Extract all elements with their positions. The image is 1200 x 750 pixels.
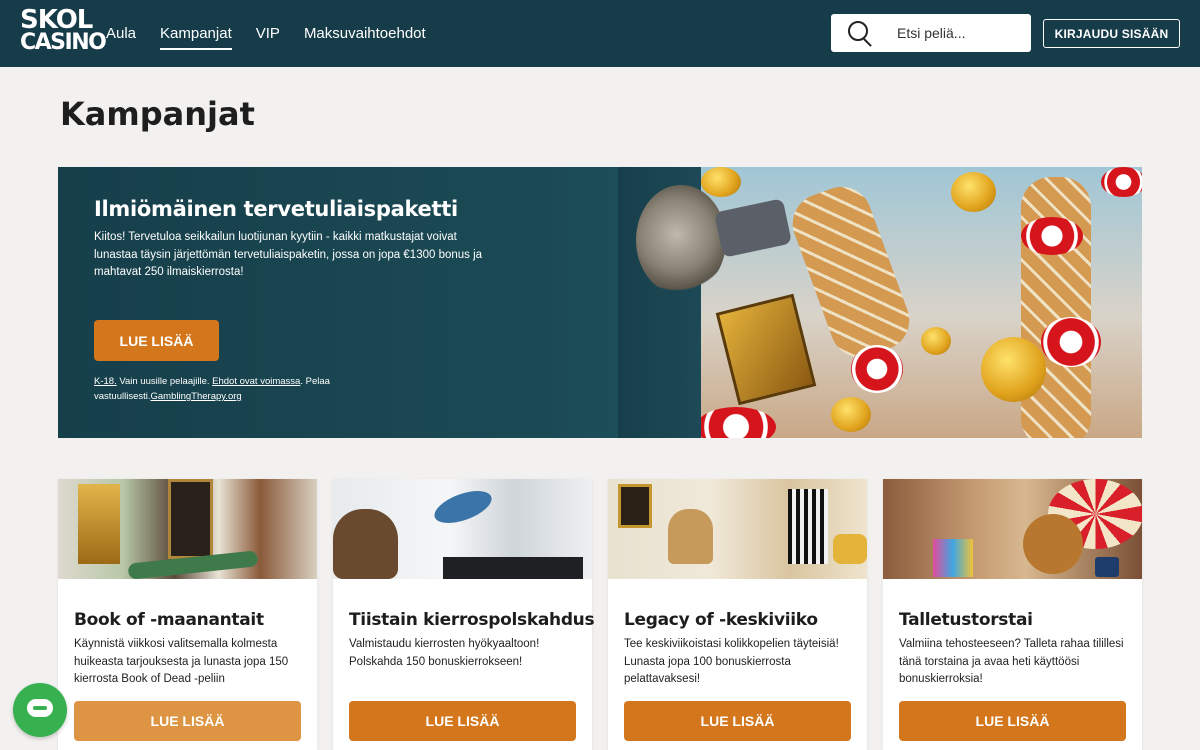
promo-card-read-more-button[interactable]: LUE LISÄÄ — [899, 701, 1126, 741]
skol-casino-logo[interactable]: SKOL CASINO — [20, 7, 107, 57]
gold-coin-icon — [951, 172, 996, 212]
promo-card-image — [608, 479, 867, 579]
keyhole-art — [636, 185, 726, 295]
lion-art — [1023, 514, 1083, 574]
promo-card-read-more-button[interactable]: LUE LISÄÄ — [624, 701, 851, 741]
promo-card-read-more-button[interactable]: LUE LISÄÄ — [349, 701, 576, 741]
age-limit-link[interactable]: K-18. — [94, 376, 117, 387]
page-title: Kampanjat — [60, 95, 255, 133]
kitchen-counter-art — [443, 557, 583, 579]
camel-art — [668, 509, 713, 564]
slot-machine-art — [168, 479, 213, 559]
bear-art — [333, 509, 398, 579]
top-navigation-bar: SKOL CASINO Aula Kampanjat VIP Maksuvaih… — [0, 0, 1200, 67]
promo-card-text: Käynnistä viikkosi valitsemalla kolmesta… — [74, 638, 289, 685]
promo-card-text: Valmiina tehosteeseen? Talleta rahaa til… — [899, 638, 1124, 685]
casino-chip-icon — [1021, 217, 1083, 255]
promo-card-image — [883, 479, 1142, 579]
logo-line-2: CASINO — [20, 29, 107, 55]
giraffe-illustration — [1021, 177, 1091, 438]
promo-card-wednesday[interactable]: Legacy of -keskiviiko Tee keskiviikoista… — [608, 479, 867, 750]
search-input[interactable] — [897, 25, 1017, 41]
terms-link[interactable]: Ehdot ovat voimassa — [212, 376, 300, 387]
gold-coin-icon — [701, 167, 741, 197]
golden-statue-art — [78, 484, 120, 564]
live-chat-button[interactable] — [13, 683, 67, 737]
promo-card-monday[interactable]: Book of -maanantait Käynnistä viikkosi v… — [58, 479, 317, 750]
gold-coin-icon — [921, 327, 951, 355]
login-button[interactable]: KIRJAUDU SISÄÄN — [1043, 19, 1180, 48]
promo-card-read-more-button[interactable]: LUE LISÄÄ — [74, 701, 301, 741]
gold-coin-icon — [981, 337, 1046, 402]
casino-chip-icon — [701, 407, 776, 438]
painting-art — [618, 484, 652, 528]
promo-card-image — [58, 479, 317, 579]
hero-read-more-button[interactable]: LUE LISÄÄ — [94, 320, 219, 361]
promo-card-title: Tiistain kierrospolskahdus — [349, 610, 595, 630]
nav-item-maksuvaihtoehdot[interactable]: Maksuvaihtoehdot — [304, 19, 426, 48]
nav-item-vip[interactable]: VIP — [256, 19, 280, 48]
promo-card-title: Legacy of -keskiviiko — [624, 610, 818, 630]
promo-card-thursday[interactable]: Talletustorstai Valmiina tehosteeseen? T… — [883, 479, 1142, 750]
casino-chip-icon — [1041, 317, 1101, 367]
promo-card-tuesday[interactable]: Tiistain kierrospolskahdus Valmistaudu k… — [333, 479, 595, 750]
promo-card-title: Book of -maanantait — [74, 610, 264, 630]
shopping-bags-art — [933, 539, 973, 577]
promo-card-text: Tee keskiviikoistasi kolikkopelien täyte… — [624, 638, 839, 685]
mug-art — [1095, 557, 1119, 577]
hero-legal-text: K-18. Vain uusille pelaajille. Ehdot ova… — [94, 374, 354, 404]
hero-title: Ilmiömäinen tervetuliaispaketti — [94, 197, 458, 221]
new-players-text: Vain uusille pelaajille. — [116, 376, 213, 387]
hero-description: Kiitos! Tervetuloa seikkailun luotijunan… — [94, 231, 483, 278]
zebra-art — [788, 489, 828, 564]
armchair-art — [833, 534, 867, 564]
main-nav: Aula Kampanjat VIP Maksuvaihtoehdot — [106, 0, 450, 67]
promo-card-text: Valmistaudu kierrosten hyökyaaltoon! Pol… — [349, 638, 540, 668]
gold-coin-icon — [831, 397, 871, 432]
search-box[interactable] — [831, 14, 1031, 52]
nav-item-aula[interactable]: Aula — [106, 19, 136, 48]
gambling-therapy-link[interactable]: GamblingTherapy.org — [151, 391, 242, 402]
chat-icon — [27, 699, 53, 717]
fish-art — [430, 484, 496, 530]
promo-card-image — [333, 479, 592, 579]
search-icon[interactable] — [847, 20, 873, 46]
promo-card-title: Talletustorstai — [899, 610, 1033, 630]
casino-chip-icon — [851, 345, 903, 393]
nav-item-kampanjat[interactable]: Kampanjat — [160, 19, 232, 50]
casino-chip-icon — [1101, 167, 1142, 197]
